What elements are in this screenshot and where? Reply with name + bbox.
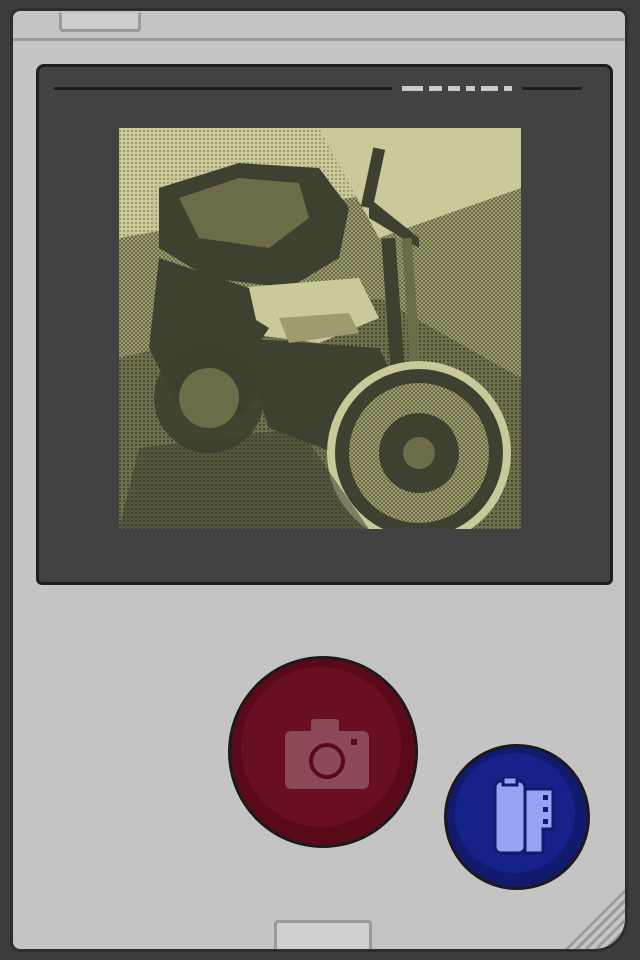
top-rim — [13, 11, 625, 41]
corner-grip — [565, 889, 625, 949]
film-roll-icon — [493, 777, 555, 855]
gallery-button[interactable] — [444, 744, 590, 890]
bezel-line-left — [54, 87, 392, 90]
camera-icon — [285, 719, 369, 789]
shutter-button[interactable] — [228, 656, 418, 848]
screen-bezel — [36, 64, 613, 585]
top-slot — [59, 13, 141, 32]
motorcycle-photo-image — [119, 128, 521, 529]
photo-preview[interactable] — [119, 128, 521, 529]
bezel-line-right — [522, 87, 582, 90]
camera-device — [10, 8, 628, 952]
bottom-slot — [274, 920, 372, 949]
brand-marks — [402, 83, 512, 93]
